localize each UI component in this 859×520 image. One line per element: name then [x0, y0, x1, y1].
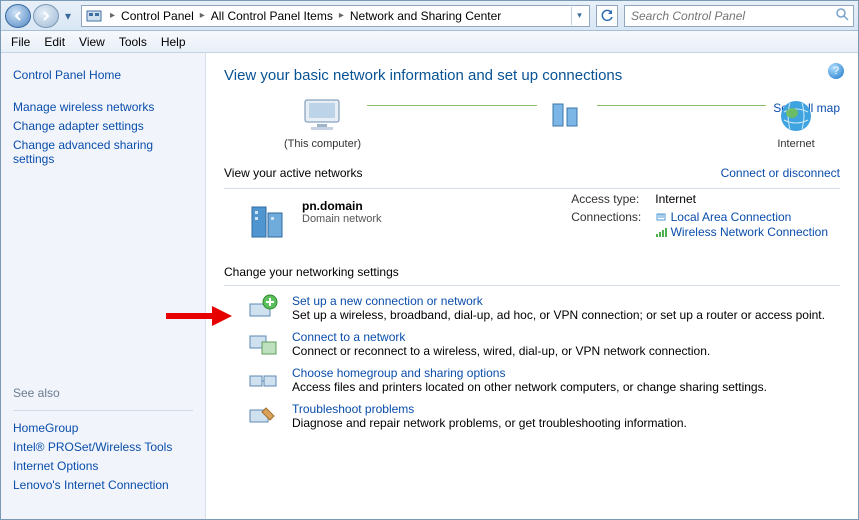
node-label: Internet — [772, 138, 820, 150]
back-button[interactable] — [5, 4, 31, 28]
content-pane: ? View your basic network information an… — [206, 53, 858, 519]
refresh-button[interactable] — [596, 5, 618, 27]
sidebar-link-internet-options[interactable]: Internet Options — [13, 459, 193, 473]
monitor-icon — [299, 98, 347, 134]
sidebar-link-advanced-sharing[interactable]: Change advanced sharing settings — [13, 138, 193, 166]
help-icon[interactable]: ? — [828, 63, 844, 79]
setting-title[interactable]: Set up a new connection or network — [292, 294, 483, 308]
annotation-arrow — [164, 304, 234, 331]
access-type-label: Access type: — [565, 191, 647, 207]
menu-view[interactable]: View — [79, 35, 105, 49]
new-connection-icon — [248, 294, 278, 322]
nav-bar: ▾ ▸ Control Panel ▸ All Control Panel It… — [1, 1, 858, 31]
chevron-right-icon: ▸ — [106, 10, 119, 21]
connect-network-icon — [248, 330, 278, 358]
active-network-block: pn.domain Domain network — [246, 199, 381, 243]
menu-file[interactable]: File — [11, 35, 30, 49]
sidebar-link-homegroup[interactable]: HomeGroup — [13, 421, 193, 435]
change-settings-label: Change your networking settings — [224, 265, 840, 279]
network-map: (This computer) Internet — [224, 98, 840, 150]
forward-button[interactable] — [33, 4, 59, 28]
sidebar: Control Panel Home Manage wireless netwo… — [1, 53, 206, 519]
setting-homegroup-sharing[interactable]: Choose homegroup and sharing options Acc… — [248, 366, 840, 394]
active-networks-label: View your active networks — [224, 166, 363, 180]
search-icon[interactable] — [835, 7, 849, 24]
sidebar-link-manage-wireless[interactable]: Manage wireless networks — [13, 100, 193, 114]
search-input[interactable] — [629, 8, 835, 24]
this-computer-node: (This computer) — [284, 98, 361, 150]
breadcrumb-item[interactable]: All Control Panel Items — [209, 9, 335, 23]
setting-title[interactable]: Choose homegroup and sharing options — [292, 366, 505, 380]
history-dropdown[interactable]: ▾ — [61, 9, 75, 23]
domain-network-icon — [246, 199, 290, 243]
gateway-node — [543, 98, 591, 150]
connection-line — [367, 105, 536, 106]
setting-title[interactable]: Troubleshoot problems — [292, 402, 414, 416]
setting-desc: Diagnose and repair network problems, or… — [292, 416, 687, 430]
control-panel-icon — [86, 8, 102, 24]
control-panel-home-link[interactable]: Control Panel Home — [13, 68, 193, 82]
ethernet-icon — [655, 210, 667, 225]
network-sharing-window: ▾ ▸ Control Panel ▸ All Control Panel It… — [0, 0, 859, 520]
network-name: pn.domain — [302, 199, 381, 213]
wifi-signal-icon — [655, 226, 667, 241]
connect-disconnect-link[interactable]: Connect or disconnect — [721, 166, 840, 186]
menu-tools[interactable]: Tools — [119, 35, 147, 49]
connections-label: Connections: — [565, 209, 647, 242]
divider — [13, 410, 193, 411]
troubleshoot-icon — [248, 402, 278, 430]
network-type: Domain network — [302, 213, 381, 225]
divider — [224, 285, 840, 286]
chevron-right-icon: ▸ — [196, 10, 209, 21]
setting-title[interactable]: Connect to a network — [292, 330, 405, 344]
router-icon — [543, 98, 591, 134]
setting-setup-connection[interactable]: Set up a new connection or network Set u… — [248, 294, 840, 322]
node-label: (This computer) — [284, 138, 361, 150]
menu-help[interactable]: Help — [161, 35, 186, 49]
sidebar-link-adapter-settings[interactable]: Change adapter settings — [13, 119, 193, 133]
breadcrumb[interactable]: ▸ Control Panel ▸ All Control Panel Item… — [81, 5, 590, 27]
menu-bar: File Edit View Tools Help — [1, 31, 858, 53]
homegroup-icon — [248, 366, 278, 394]
breadcrumb-dropdown[interactable]: ▾ — [571, 7, 587, 25]
setting-desc: Access files and printers located on oth… — [292, 380, 767, 394]
menu-edit[interactable]: Edit — [44, 35, 65, 49]
setting-desc: Set up a wireless, broadband, dial-up, a… — [292, 308, 825, 322]
connection-details: Access type: Internet Connections: Local… — [563, 189, 836, 244]
sidebar-link-intel-proset[interactable]: Intel® PROSet/Wireless Tools — [13, 440, 193, 454]
internet-node: Internet — [772, 98, 820, 150]
page-title: View your basic network information and … — [224, 67, 840, 84]
see-also-label: See also — [13, 386, 193, 400]
connection-line — [597, 105, 766, 106]
sidebar-link-lenovo-internet[interactable]: Lenovo's Internet Connection — [13, 478, 193, 492]
chevron-right-icon: ▸ — [335, 10, 348, 21]
setting-connect-network[interactable]: Connect to a network Connect or reconnec… — [248, 330, 840, 358]
setting-desc: Connect or reconnect to a wireless, wire… — [292, 344, 710, 358]
search-box[interactable] — [624, 5, 854, 27]
breadcrumb-item[interactable]: Control Panel — [119, 9, 196, 23]
setting-troubleshoot[interactable]: Troubleshoot problems Diagnose and repai… — [248, 402, 840, 430]
connection-link-lan[interactable]: Local Area Connection — [671, 210, 792, 224]
connection-link-wireless[interactable]: Wireless Network Connection — [671, 225, 828, 239]
globe-icon — [772, 98, 820, 134]
breadcrumb-item[interactable]: Network and Sharing Center — [348, 9, 503, 23]
access-type-value: Internet — [649, 191, 834, 207]
